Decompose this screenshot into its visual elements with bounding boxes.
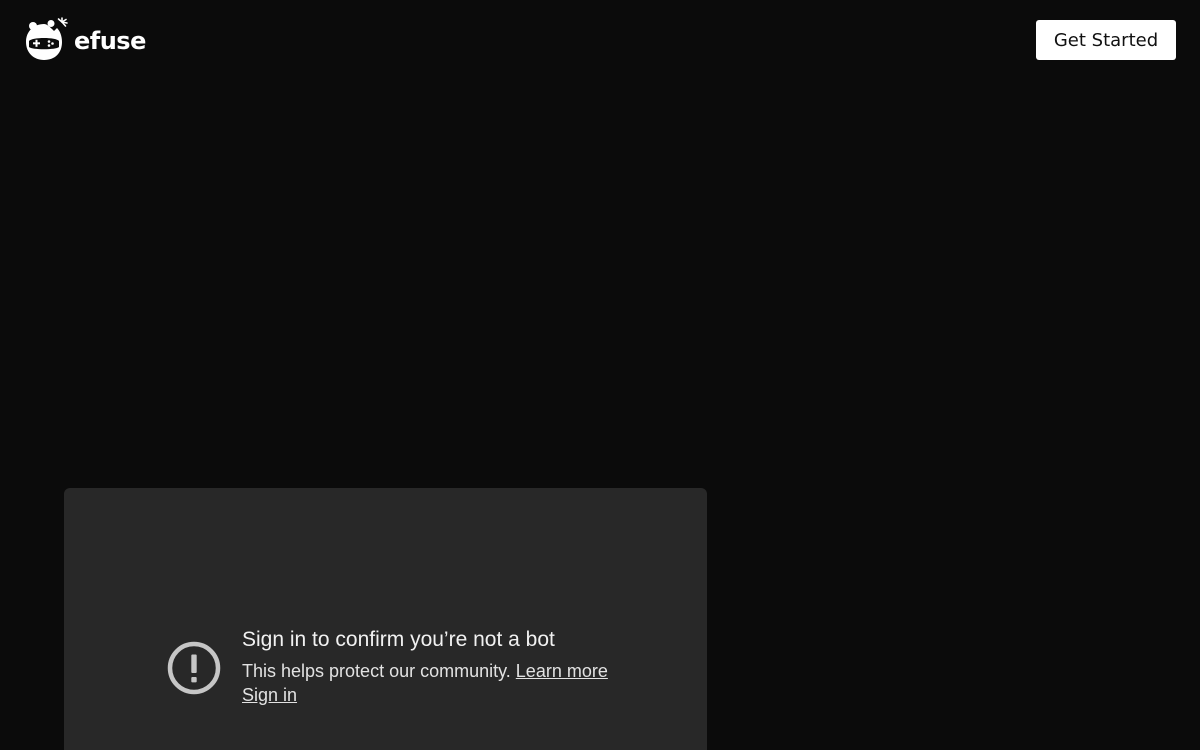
notice-body: Sign in to confirm you’re not a bot This…: [242, 626, 608, 707]
learn-more-link[interactable]: Learn more: [516, 661, 608, 681]
get-started-button[interactable]: Get Started: [1036, 20, 1176, 60]
video-player[interactable]: Sign in to confirm you’re not a bot This…: [64, 488, 707, 750]
site-header: efuse Get Started: [0, 0, 1200, 80]
brand-logo[interactable]: efuse: [24, 16, 146, 62]
notice-message: This helps protect our community.: [242, 661, 511, 681]
efuse-gamer-mascot-icon: [26, 17, 68, 60]
notice-title: Sign in to confirm you’re not a bot: [242, 628, 555, 651]
page: efuse Get Started Sign in to confirm you…: [0, 0, 1200, 750]
bot-check-notice: Sign in to confirm you’re not a bot This…: [166, 626, 608, 707]
alert-circle-icon: [167, 641, 221, 695]
brand-name: efuse: [74, 27, 146, 55]
sign-in-link[interactable]: Sign in: [242, 685, 297, 705]
sign-in-line: Sign in: [242, 683, 608, 707]
notice-message-line: This helps protect our community. Learn …: [242, 659, 608, 683]
